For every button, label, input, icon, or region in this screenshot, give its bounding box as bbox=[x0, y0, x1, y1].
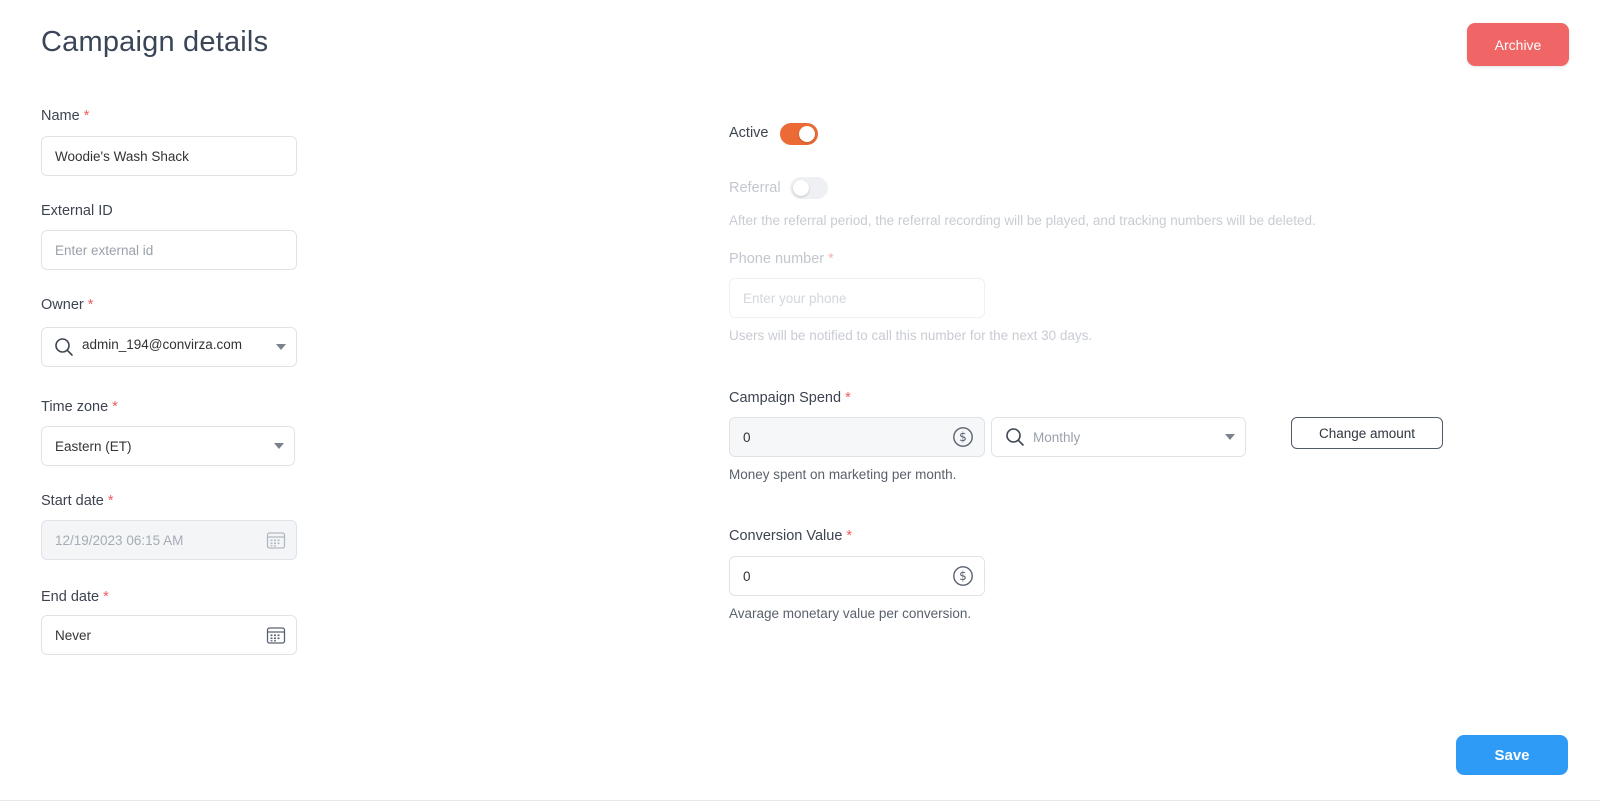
conversion-value-field[interactable]: 0 $ bbox=[729, 556, 985, 596]
time-zone-select[interactable]: Eastern (ET) bbox=[41, 426, 295, 466]
search-icon bbox=[1005, 427, 1025, 447]
start-date-value: 12/19/2023 06:15 AM bbox=[55, 532, 184, 548]
owner-select[interactable]: admin_194@convirza.com bbox=[41, 327, 297, 367]
start-date-field: 12/19/2023 06:15 AM bbox=[41, 520, 297, 560]
spend-period-value: Monthly bbox=[1033, 429, 1081, 445]
spend-period-select[interactable]: Monthly bbox=[991, 417, 1246, 457]
archive-button[interactable]: Archive bbox=[1467, 23, 1569, 66]
change-amount-button[interactable]: Change amount bbox=[1291, 417, 1443, 449]
time-zone-label: Time zone * bbox=[41, 399, 118, 415]
active-label: Active bbox=[729, 125, 769, 141]
campaign-spend-help: Money spent on marketing per month. bbox=[729, 467, 957, 482]
phone-field[interactable]: Enter your phone bbox=[729, 278, 985, 318]
phone-placeholder: Enter your phone bbox=[743, 290, 847, 306]
chevron-down-icon bbox=[274, 443, 284, 449]
svg-text:$: $ bbox=[959, 430, 967, 444]
campaign-spend-value: 0 bbox=[743, 429, 751, 445]
search-icon bbox=[54, 337, 74, 357]
campaign-spend-label: Campaign Spend * bbox=[729, 390, 851, 406]
conversion-value-help: Avarage monetary value per conversion. bbox=[729, 606, 972, 621]
phone-help: Users will be notified to call this numb… bbox=[729, 328, 1093, 343]
external-id-label: External ID bbox=[41, 203, 113, 219]
chevron-down-icon bbox=[276, 344, 286, 350]
end-date-field[interactable]: Never bbox=[41, 615, 297, 655]
external-id-field[interactable]: Enter external id bbox=[41, 230, 297, 270]
save-button[interactable]: Save bbox=[1456, 735, 1568, 775]
referral-help: After the referral period, the referral … bbox=[729, 213, 1316, 228]
calendar-icon bbox=[266, 530, 286, 550]
referral-toggle[interactable] bbox=[790, 177, 828, 199]
owner-value: admin_194@convirza.com bbox=[82, 336, 243, 352]
owner-label: Owner * bbox=[41, 297, 94, 313]
calendar-icon[interactable] bbox=[266, 625, 286, 645]
active-toggle[interactable] bbox=[780, 123, 818, 145]
end-date-value: Never bbox=[55, 627, 92, 643]
end-date-label: End date * bbox=[41, 589, 109, 605]
name-field[interactable]: Woodie's Wash Shack bbox=[41, 136, 297, 176]
time-zone-value: Eastern (ET) bbox=[55, 438, 132, 454]
page-title: Campaign details bbox=[41, 26, 269, 58]
external-id-placeholder: Enter external id bbox=[55, 242, 154, 258]
conversion-value-label: Conversion Value * bbox=[729, 528, 853, 544]
chevron-down-icon bbox=[1225, 434, 1235, 440]
dollar-icon: $ bbox=[952, 565, 974, 587]
svg-text:$: $ bbox=[959, 569, 967, 583]
conversion-value-value: 0 bbox=[743, 568, 751, 584]
dollar-icon: $ bbox=[952, 426, 974, 448]
bottom-divider bbox=[0, 800, 1600, 801]
campaign-spend-field[interactable]: 0 $ bbox=[729, 417, 985, 457]
start-date-label: Start date * bbox=[41, 493, 114, 509]
name-label: Name * bbox=[41, 108, 90, 124]
name-value: Woodie's Wash Shack bbox=[55, 148, 189, 164]
referral-label: Referral bbox=[729, 180, 781, 196]
phone-label: Phone number * bbox=[729, 251, 834, 267]
